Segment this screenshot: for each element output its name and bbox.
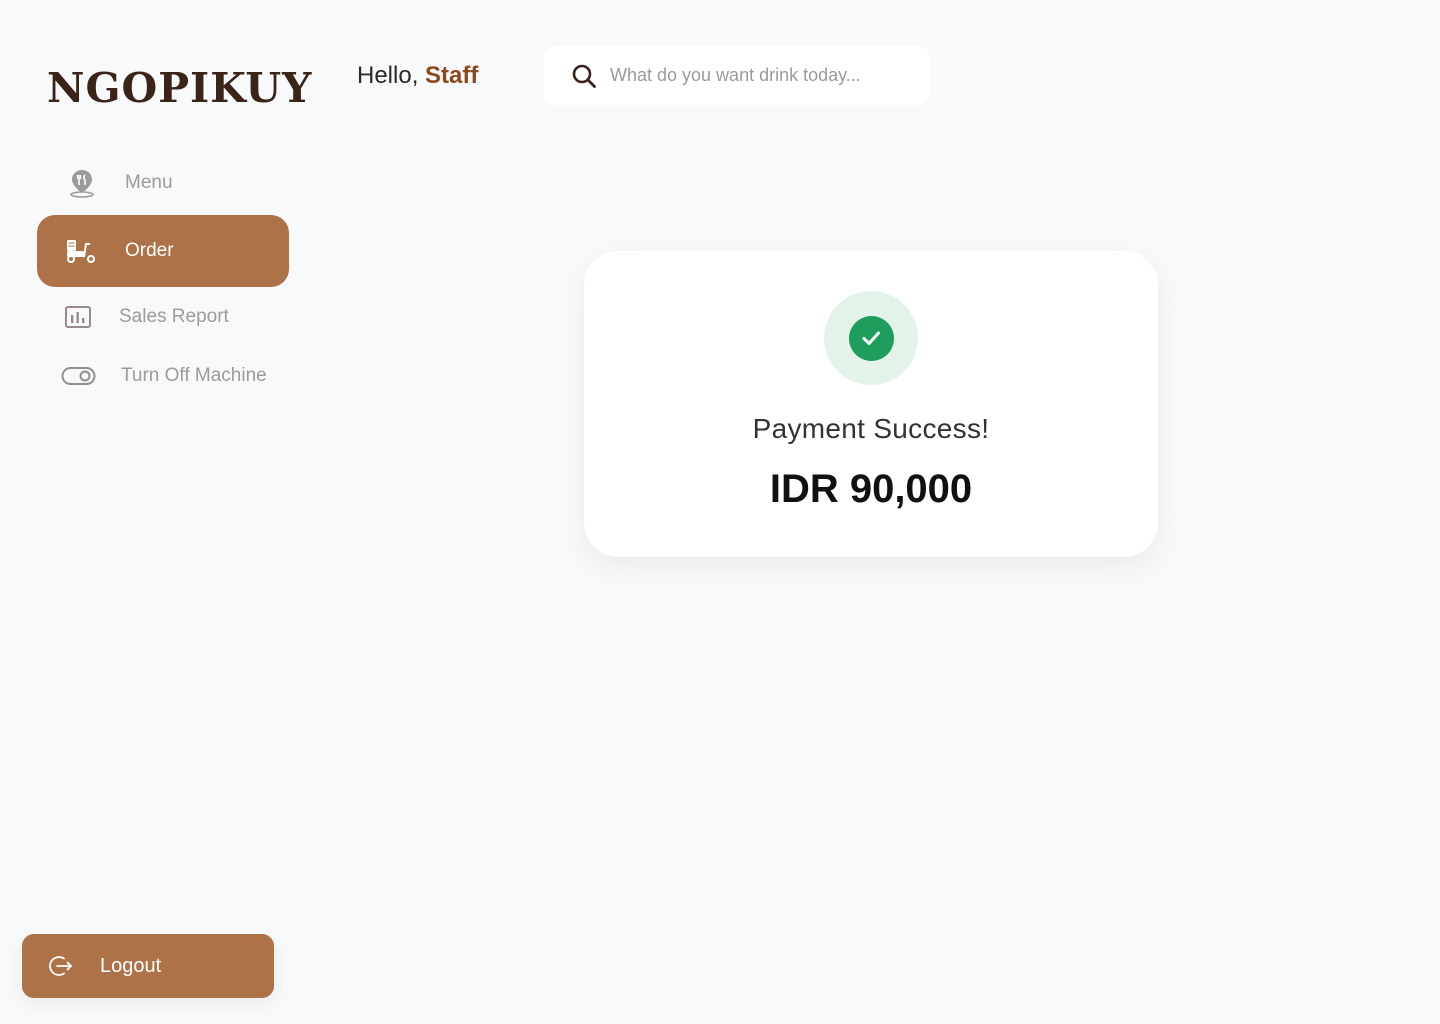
payment-status-text: Payment Success! <box>752 413 990 444</box>
sidebar-item-menu[interactable]: Menu <box>37 160 289 206</box>
bar-chart-icon <box>62 301 94 333</box>
greeting-prefix: Hello, <box>357 62 426 89</box>
delivery-scooter-icon <box>65 235 97 267</box>
search-input[interactable] <box>608 64 912 87</box>
search-bar[interactable] <box>544 46 930 105</box>
sidebar-item-label: Menu <box>125 172 173 193</box>
logout-label: Logout <box>100 954 162 977</box>
user-name: Staff <box>425 62 479 89</box>
toggle-icon <box>61 360 97 392</box>
sidebar-item-label: Sales Report <box>119 306 229 327</box>
app-logo: NGOPIKUY <box>47 64 313 112</box>
payment-amount: IDR 90,000 <box>769 467 973 511</box>
logout-icon <box>48 953 74 979</box>
sidebar-item-sales-report[interactable]: Sales Report <box>37 294 289 340</box>
greeting: Hello, Staff <box>357 60 478 92</box>
payment-success-card: Payment Success! IDR 90,000 <box>584 251 1158 557</box>
sidebar-item-label: Order <box>125 240 174 261</box>
check-circle-icon <box>824 291 918 385</box>
search-icon <box>570 62 598 90</box>
restaurant-pin-icon <box>66 167 98 199</box>
sidebar-item-turn-off-machine[interactable]: Turn Off Machine <box>37 353 289 399</box>
logout-button[interactable]: Logout <box>22 934 274 998</box>
sidebar-item-label: Turn Off Machine <box>121 365 267 386</box>
sidebar-item-order[interactable]: Order <box>37 215 289 287</box>
